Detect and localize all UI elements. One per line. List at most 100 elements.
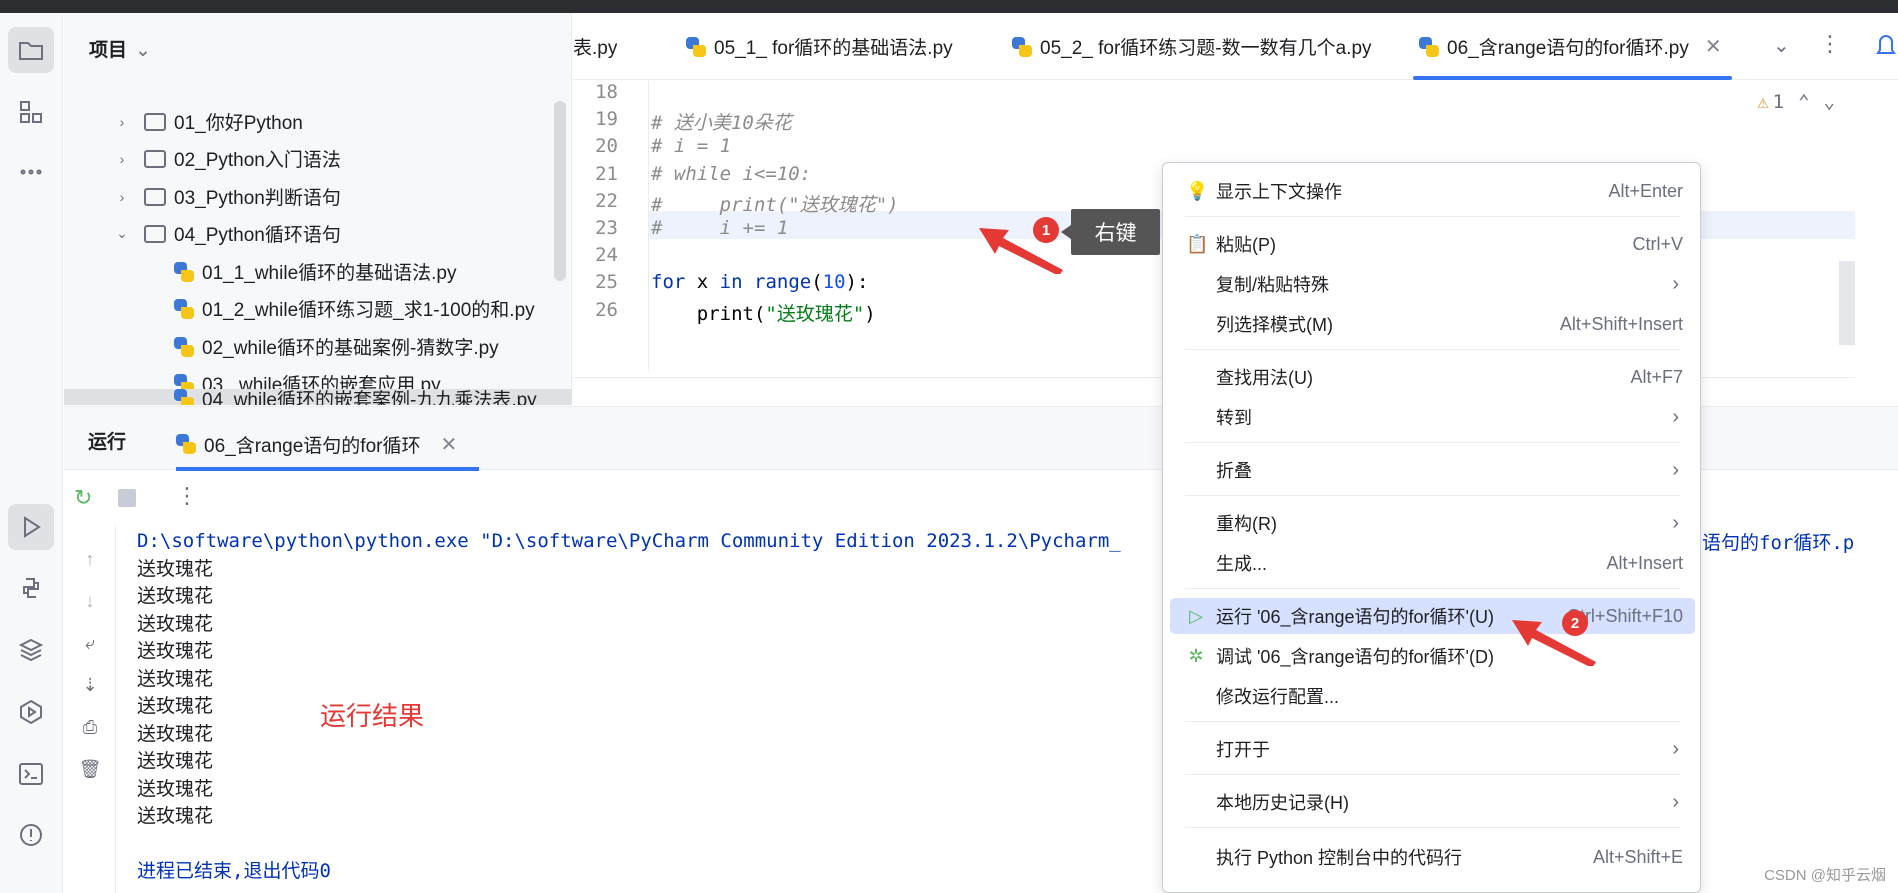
editor-scrollbar[interactable] bbox=[1839, 261, 1855, 345]
line-number: 20 bbox=[595, 135, 618, 158]
services-tool-button[interactable] bbox=[8, 689, 54, 735]
console-command-tail: 语句的for循环.p bbox=[1702, 532, 1855, 554]
structure-tool-button[interactable] bbox=[8, 89, 54, 135]
console-output-line: 送玫瑰花 bbox=[137, 777, 214, 800]
menu-item-open-in[interactable]: 打开于 › bbox=[1170, 731, 1695, 767]
more-tools-button[interactable] bbox=[8, 149, 54, 195]
tab-editor-file[interactable]: 05_2_ for循环练习题-数一数有几个a.py bbox=[1012, 13, 1372, 80]
annotation-badge-2: 2 bbox=[1562, 610, 1588, 636]
more-vertical-icon[interactable]: ⋮ bbox=[1819, 31, 1841, 57]
menu-item-paste[interactable]: 📋 粘贴(P) Ctrl+V bbox=[1170, 226, 1695, 262]
run-tool-button[interactable] bbox=[8, 504, 54, 550]
tree-folder-item[interactable]: ⌄ 04_Python循环语句 bbox=[64, 215, 554, 252]
menu-item-refactor[interactable]: 重构(R) › bbox=[1170, 505, 1695, 541]
python-file-icon bbox=[174, 389, 194, 405]
tab-editor-file[interactable]: 05_1_ for循环的基础语法.py bbox=[686, 13, 953, 80]
python-packages-button[interactable] bbox=[8, 565, 54, 611]
menu-item-local-history[interactable]: 本地历史记录(H) › bbox=[1170, 784, 1695, 820]
scroll-to-end-icon[interactable]: ⇣ bbox=[78, 675, 102, 699]
tab-editor-file[interactable]: 表.py bbox=[573, 13, 617, 80]
run-panel-title: 运行 bbox=[88, 432, 127, 453]
menu-item-column-selection[interactable]: 列选择模式(M) Alt+Shift+Insert bbox=[1170, 306, 1695, 342]
menu-item-find-usages[interactable]: 查找用法(U) Alt+F7 bbox=[1170, 359, 1695, 395]
console-output-line: 送玫瑰花 bbox=[137, 557, 214, 580]
menu-item-execute-in-console[interactable]: 执行 Python 控制台中的代码行 Alt+Shift+E bbox=[1170, 839, 1695, 875]
rerun-icon[interactable]: ↻ bbox=[74, 485, 92, 511]
watermark: CSDN @知乎云烟 bbox=[1764, 867, 1886, 884]
menu-item-show-context-actions[interactable]: 💡 显示上下文操作 Alt+Enter bbox=[1170, 173, 1695, 209]
run-console[interactable]: D:\software\python\python.exe "D:\softwa… bbox=[137, 528, 1121, 885]
warning-icon: ⚠ bbox=[1757, 91, 1769, 113]
stop-icon[interactable] bbox=[118, 489, 136, 507]
project-tool-button[interactable] bbox=[8, 27, 54, 73]
tree-file-item[interactable]: 01_2_while循环练习题_求1-100的和.py bbox=[64, 290, 554, 327]
code-token: in bbox=[719, 271, 743, 294]
project-panel-title[interactable]: 项目 ⌄ bbox=[89, 35, 151, 62]
menu-separator bbox=[1185, 774, 1680, 775]
folder-icon bbox=[19, 42, 43, 60]
notifications-icon[interactable] bbox=[1874, 30, 1898, 60]
code-token: ( bbox=[811, 271, 823, 294]
code-token: # i += 1 bbox=[651, 217, 789, 239]
run-icon bbox=[24, 516, 41, 538]
line-number: 26 bbox=[595, 298, 618, 321]
chevron-down-icon[interactable]: ⌄ bbox=[1773, 33, 1790, 58]
code-token: # i = 1 bbox=[651, 135, 732, 158]
tree-file-item[interactable]: 04_while循环的嵌套案例-九九乘法表.py bbox=[64, 389, 572, 405]
folder-icon bbox=[144, 224, 166, 243]
menu-item-folding[interactable]: 折叠 › bbox=[1170, 452, 1695, 488]
problems-icon bbox=[20, 824, 42, 846]
run-result-annotation: 运行结果 bbox=[320, 701, 425, 731]
menu-separator bbox=[1185, 442, 1680, 443]
folder-icon bbox=[144, 187, 166, 206]
tree-file-item[interactable]: 02_while循环的基础案例-猜数字.py bbox=[64, 328, 554, 365]
code-token: # while i<=10: bbox=[651, 162, 812, 185]
arrow-up-icon[interactable]: ↑ bbox=[78, 549, 102, 573]
tree-folder-item[interactable]: › 02_Python入门语法 bbox=[64, 140, 554, 177]
problems-tool-button[interactable] bbox=[8, 812, 54, 858]
bulb-icon: 💡 bbox=[1186, 181, 1209, 201]
print-icon[interactable]: ⎙ bbox=[78, 717, 102, 741]
more-vertical-icon[interactable]: ⋮ bbox=[176, 483, 198, 509]
tree-folder-item[interactable]: › 03_Python判断语句 bbox=[64, 178, 554, 215]
menu-item-run[interactable]: ▷ 运行 '06_含range语句的for循环'(U) Ctrl+Shift+F1… bbox=[1170, 598, 1695, 634]
console-exit-line: 进程已结束,退出代码0 bbox=[137, 859, 331, 882]
tab-editor-file-active[interactable]: 06_含range语句的for循环.py ✕ bbox=[1413, 13, 1732, 80]
code-token: # print("送玫瑰花") bbox=[651, 193, 899, 216]
terminal-tool-button[interactable] bbox=[8, 751, 54, 797]
menu-separator bbox=[1185, 349, 1680, 350]
run-config-tab[interactable]: 06_含range语句的for循环 ✕ bbox=[176, 417, 480, 471]
menu-separator bbox=[1185, 495, 1680, 496]
soft-wrap-icon[interactable]: ⤶ bbox=[78, 633, 102, 657]
menu-item-goto[interactable]: 转到 › bbox=[1170, 399, 1695, 435]
gutter-divider bbox=[648, 81, 649, 371]
run-side-toolbar: ↑ ↓ ⤶ ⇣ ⎙ 🗑 bbox=[64, 525, 116, 893]
inspection-widget[interactable]: ⚠ 1 ⌃ ⌄ bbox=[1757, 91, 1835, 113]
python-file-icon bbox=[176, 434, 196, 454]
code-line: for x in range(10): bbox=[651, 271, 868, 293]
chevron-down-icon[interactable]: ⌄ bbox=[1824, 91, 1835, 113]
close-icon[interactable]: ✕ bbox=[1705, 34, 1722, 59]
console-output-line: 送玫瑰花 bbox=[137, 722, 214, 745]
menu-item-paste-special[interactable]: 复制/粘贴特殊 › bbox=[1170, 266, 1695, 302]
chevron-up-icon[interactable]: ⌃ bbox=[1798, 91, 1809, 113]
trash-icon[interactable]: 🗑 bbox=[78, 759, 102, 783]
python-file-icon bbox=[686, 36, 706, 57]
close-icon[interactable]: ✕ bbox=[440, 432, 457, 457]
layers-tool-button[interactable] bbox=[8, 627, 54, 673]
code-line: # while i<=10: bbox=[651, 163, 811, 185]
arrow-down-icon[interactable]: ↓ bbox=[78, 591, 102, 615]
code-token: range bbox=[754, 271, 812, 294]
menu-separator bbox=[1185, 827, 1680, 828]
menu-item-debug[interactable]: ✲ 调试 '06_含range语句的for循环'(D) bbox=[1170, 638, 1695, 674]
menu-item-generate[interactable]: 生成... Alt+Insert bbox=[1170, 545, 1695, 581]
tree-file-item[interactable]: 01_1_while循环的基础语法.py bbox=[64, 253, 554, 290]
chevron-right-icon: › bbox=[1672, 511, 1679, 534]
chevron-right-icon: › bbox=[1672, 790, 1679, 813]
menu-item-modify-run-config[interactable]: 修改运行配置... bbox=[1170, 678, 1695, 714]
tree-folder-item[interactable]: › 01_你好Python bbox=[64, 103, 554, 140]
project-scrollbar[interactable] bbox=[554, 101, 566, 281]
python-file-icon bbox=[1419, 36, 1439, 57]
line-number: 18 bbox=[595, 81, 618, 103]
